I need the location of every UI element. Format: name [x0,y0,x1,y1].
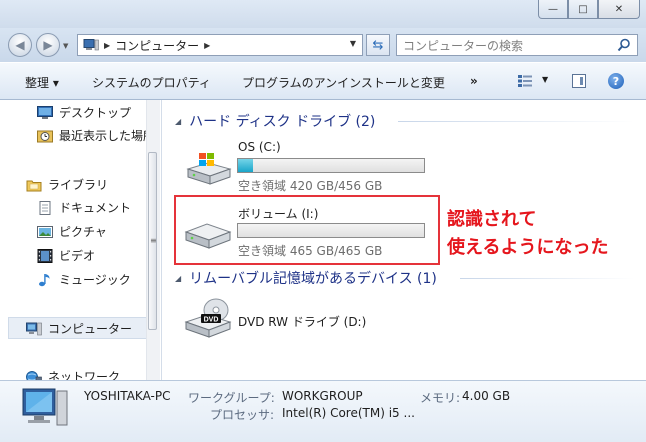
processor-label: プロセッサ: [210,408,275,422]
refresh-button[interactable]: ⇆ [366,34,390,56]
nav-item-label: ビデオ [59,249,96,263]
close-button[interactable]: ✕ [598,0,640,19]
address-dropdown-icon[interactable]: ▼ [350,39,356,48]
workgroup-label: ワークグループ: [188,391,275,405]
nav-item-music[interactable]: ミュージック [37,271,131,288]
collapse-triangle-icon[interactable]: ◢ [175,274,181,283]
arrow-left-icon: ◀ [15,38,25,52]
pictures-icon [37,225,53,238]
window-controls: — □ ✕ [538,0,640,19]
music-icon [39,273,50,286]
annotation-line-2: 使えるようになった [447,237,609,258]
search-input[interactable]: コンピューターの検索 [396,34,638,56]
network-icon [26,370,42,380]
drive-dvd-icon[interactable]: DVD [184,298,232,341]
group-header-label: リムーバブル記憶域があるデバイス (1) [189,271,437,287]
group-header-removable[interactable]: ◢ リムーバブル記憶域があるデバイス (1) [175,268,437,288]
computer-icon [83,39,99,51]
nav-item-label: ライブラリ [48,178,109,192]
computer-icon [22,388,68,426]
nav-item-recent-places[interactable]: 最近表示した場所 [37,127,155,144]
recent-pages-dropdown[interactable]: ▼ [63,42,68,50]
nav-item-libraries[interactable]: ライブラリ [26,176,108,193]
nav-item-videos[interactable]: ビデオ [37,247,95,264]
change-view-icon[interactable] [518,75,532,87]
uninstall-program-button[interactable]: プログラムのアンインストールと変更 [242,74,445,91]
collapse-triangle-icon[interactable]: ◢ [175,117,181,126]
memory-label: メモリ: [420,391,461,405]
drive-dvd-name[interactable]: DVD RW ドライブ (D:) [238,313,366,330]
forward-button[interactable]: ▶ [36,33,60,57]
nav-item-label: ネットワーク [48,370,121,380]
nav-item-network[interactable]: ネットワーク [26,368,120,380]
minimize-button[interactable]: — [538,0,568,19]
windows-hard-drive-icon [186,153,232,185]
back-button[interactable]: ◀ [8,33,32,57]
drive-i-free-space: 空き領域 465 GB/465 GB [238,244,383,258]
drive-i-usage-bar [237,223,425,238]
recent-places-icon [37,130,53,142]
refresh-icon: ⇆ [372,37,384,53]
details-pane: YOSHITAKA-PC ワークグループ: WORKGROUP メモリ: 4.0… [0,380,646,442]
hard-drive-icon [184,223,232,249]
processor-value: Intel(R) Core(TM) i5 ... [282,406,415,420]
drive-c-usage-fill [238,159,253,172]
nav-item-label: ドキュメント [59,201,132,215]
nav-item-label: ピクチャ [59,225,107,239]
nav-item-label: ミュージック [59,273,131,287]
help-button[interactable]: ? [608,73,624,89]
nav-item-label: デスクトップ [59,106,132,120]
nav-item-label: 最近表示した場所 [59,129,156,143]
breadcrumb-separator-icon[interactable]: ▶ [204,41,210,50]
memory-value: 4.00 GB [462,389,511,403]
help-icon: ? [612,74,620,88]
library-icon [26,180,42,191]
pc-name: YOSHITAKA-PC [84,389,171,403]
address-row: ◀ ▶ ▼ ▶ コンピューター ▶ ▼ ⇆ コンピューターの検索 [0,28,646,62]
breadcrumb-separator-icon[interactable]: ▶ [104,41,110,50]
nav-item-desktop[interactable]: デスクトップ [37,104,131,121]
dvd-drive-icon: DVD [184,298,232,338]
documents-icon [39,200,51,215]
navigation-pane: デスクトップ 最近表示した場所 ライブラリ ドキュメント ピクチャ ビデオ ミュ… [0,100,162,380]
more-commands-button[interactable]: » [470,74,478,88]
annotation-line-1: 認識されて [447,209,537,230]
group-header-hdd[interactable]: ◢ ハード ディスク ドライブ (2) [175,111,375,131]
maximize-button[interactable]: □ [568,0,598,19]
desktop-icon [37,105,53,119]
address-bar[interactable]: ▶ コンピューター ▶ ▼ [77,34,363,56]
nav-item-computer[interactable]: コンピューター [26,320,132,337]
computer-icon [26,322,42,335]
title-bar: — □ ✕ [0,0,646,28]
nav-item-pictures[interactable]: ピクチャ [37,223,107,240]
breadcrumb-computer[interactable]: コンピューター [115,37,199,54]
dvd-badge: DVD [204,317,219,324]
drive-i-name[interactable]: ボリューム (I:) [238,205,318,222]
drive-c-icon[interactable] [186,151,232,188]
group-divider [398,121,634,122]
organize-button[interactable]: 整理 ▾ [25,74,59,91]
system-properties-button[interactable]: システムのプロパティ [92,74,211,91]
preview-pane-button[interactable] [572,74,586,88]
drive-c-free-space: 空き領域 420 GB/456 GB [238,179,383,193]
nav-item-documents[interactable]: ドキュメント [37,199,131,216]
command-bar: 整理 ▾ システムのプロパティ プログラムのアンインストールと変更 » ▼ ? [0,62,646,100]
search-placeholder: コンピューターの検索 [403,38,524,53]
drive-c-usage-bar [237,158,425,173]
scroll-grip-icon: ≡ [150,236,157,245]
group-header-label: ハード ディスク ドライブ (2) [189,114,376,130]
search-icon[interactable] [617,38,631,52]
nav-item-label: コンピューター [48,322,133,336]
workgroup-value: WORKGROUP [282,389,363,403]
view-options-dropdown-icon[interactable]: ▼ [542,75,548,84]
videos-icon [37,248,53,263]
drive-c-name[interactable]: OS (C:) [238,140,281,154]
drive-i-icon[interactable] [184,220,232,253]
group-divider [460,278,634,279]
arrow-right-icon: ▶ [43,38,53,52]
